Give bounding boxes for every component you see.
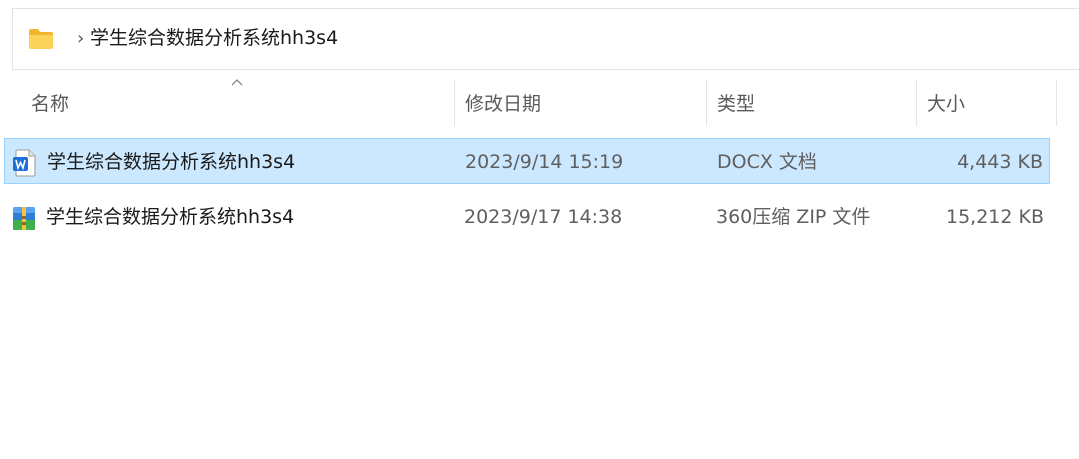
file-type: 360压缩 ZIP 文件 bbox=[716, 206, 871, 228]
file-name[interactable]: 学生综合数据分析系统hh3s4 bbox=[46, 205, 294, 229]
file-row[interactable]: 学生综合数据分析系统hh3s4 2023/9/14 15:19 DOCX 文档 … bbox=[4, 138, 1050, 184]
column-header-size[interactable]: 大小 bbox=[927, 90, 965, 118]
zip-archive-icon bbox=[13, 207, 35, 230]
file-modified-date: 2023/9/17 14:38 bbox=[464, 206, 623, 228]
file-type: DOCX 文档 bbox=[717, 151, 817, 173]
address-bar[interactable]: › 学生综合数据分析系统hh3s4 bbox=[12, 8, 1079, 70]
column-header-modified[interactable]: 修改日期 bbox=[465, 90, 541, 118]
file-row[interactable]: 学生综合数据分析系统hh3s4 2023/9/17 14:38 360压缩 ZI… bbox=[4, 194, 1050, 240]
breadcrumb-chevron-icon[interactable]: › bbox=[77, 30, 84, 48]
column-header-name[interactable]: 名称 bbox=[31, 90, 69, 118]
column-divider[interactable] bbox=[1056, 80, 1057, 126]
word-document-icon bbox=[13, 149, 36, 177]
column-divider[interactable] bbox=[916, 80, 917, 126]
file-size: 15,212 KB bbox=[945, 206, 1044, 228]
file-size: 4,443 KB bbox=[957, 151, 1043, 173]
sort-ascending-icon bbox=[231, 79, 243, 86]
file-name[interactable]: 学生综合数据分析系统hh3s4 bbox=[47, 150, 295, 174]
column-divider[interactable] bbox=[706, 80, 707, 126]
folder-icon bbox=[29, 29, 53, 49]
breadcrumb-current-folder[interactable]: 学生综合数据分析系统hh3s4 bbox=[90, 26, 338, 50]
column-header-type[interactable]: 类型 bbox=[717, 90, 755, 118]
file-modified-date: 2023/9/14 15:19 bbox=[465, 151, 624, 173]
column-divider[interactable] bbox=[454, 80, 455, 126]
